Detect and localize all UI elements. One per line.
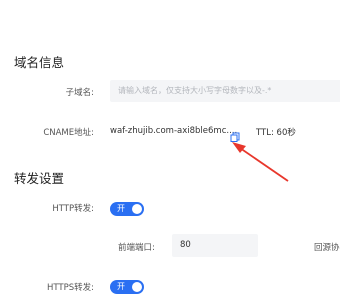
annotation-arrow [232,142,289,182]
origin-protocol-label: 回源协 [314,243,340,253]
forward-settings-title: 转发设置 [14,171,65,186]
frontend-port-label: 前端端口: [118,243,155,253]
toggle-on-text: 开 [117,282,125,291]
frontend-port-input[interactable]: 80 [172,234,258,257]
toggle-knob [132,204,142,214]
http-forward-label: HTTP转发: [52,204,94,214]
https-forward-label: HTTPS转发: [46,283,94,293]
toggle-on-text: 开 [117,204,125,213]
https-forward-toggle[interactable]: 开 [110,280,144,294]
toggle-knob [132,282,142,292]
http-forward-toggle[interactable]: 开 [110,202,144,216]
